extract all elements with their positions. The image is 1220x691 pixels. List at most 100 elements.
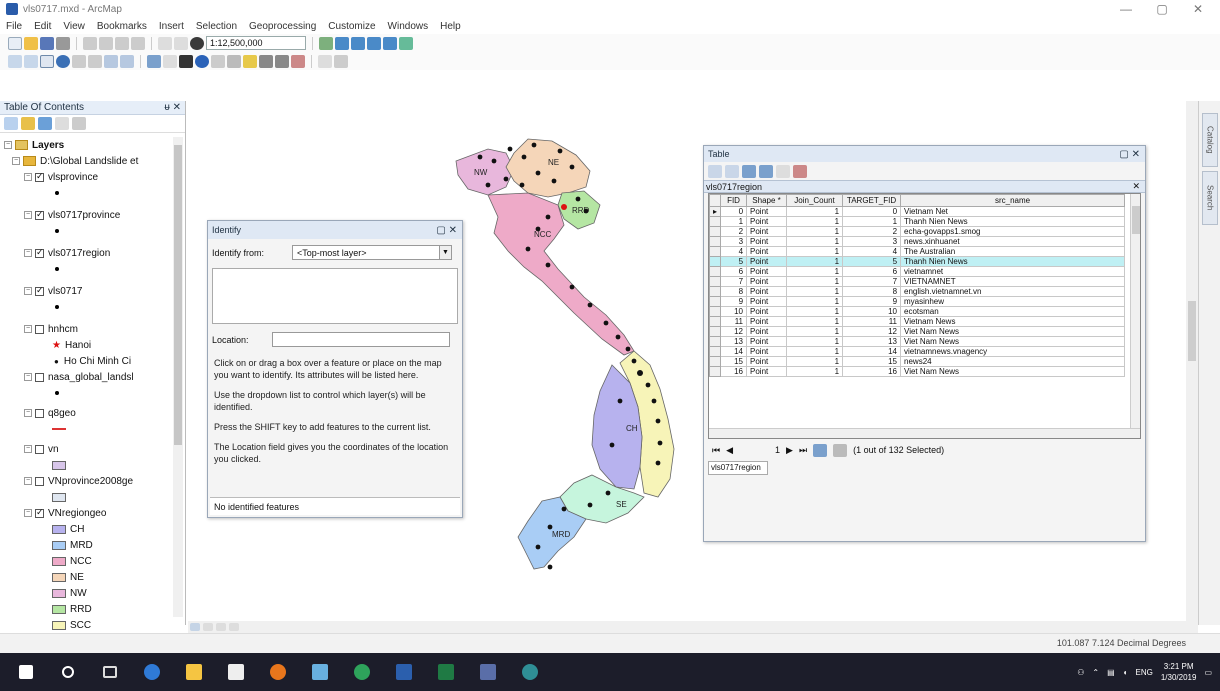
list-by-drawing-order-icon[interactable] (4, 117, 18, 130)
dropdown-arrow-icon[interactable]: ▼ (439, 246, 451, 259)
table-cell[interactable]: vietnamnet (900, 266, 1126, 277)
table-of-contents-icon[interactable] (335, 36, 349, 50)
expand-icon[interactable]: − (24, 509, 32, 517)
map-point[interactable] (651, 398, 657, 404)
layer-vlsprovince[interactable]: − vlsprovince (0, 169, 185, 185)
table-cell[interactable]: Point (746, 296, 788, 307)
scroll-thumb[interactable] (174, 145, 182, 445)
identify-icon[interactable] (195, 54, 209, 68)
row-selector[interactable] (709, 366, 722, 377)
people-icon[interactable]: ⚇ (1077, 668, 1084, 677)
table-cell[interactable]: 1 (786, 206, 844, 217)
toc-options-icon[interactable] (72, 117, 86, 130)
map-point[interactable] (617, 398, 623, 404)
table-cell[interactable]: 0 (842, 206, 902, 217)
layer-checkbox[interactable] (35, 171, 44, 182)
identify-title-bar[interactable]: Identify ▢ ✕ (208, 221, 462, 239)
table-cell[interactable]: 1 (786, 286, 844, 297)
menu-file[interactable]: File (6, 21, 22, 32)
layer-checkbox[interactable] (35, 285, 44, 296)
location-field[interactable] (272, 332, 450, 347)
language-indicator[interactable]: ENG (1136, 668, 1153, 677)
table-row[interactable]: 9 Point 1 9 myasinhew (709, 296, 1126, 307)
table-row[interactable]: 5 Point 1 5 Thanh Nien News (709, 256, 1126, 267)
find-icon[interactable] (243, 54, 257, 68)
close-button[interactable]: ✕ (1180, 0, 1216, 18)
table-cell[interactable]: Thanh Nien News (900, 256, 1126, 267)
map-point[interactable] (545, 262, 551, 268)
firefox-button[interactable] (262, 656, 294, 688)
store-button[interactable] (220, 656, 252, 688)
map-point[interactable] (507, 146, 513, 152)
map-point[interactable] (547, 524, 553, 530)
select-features-icon[interactable] (147, 54, 161, 68)
table-row[interactable]: 4 Point 1 4 The Australian (709, 246, 1126, 257)
arctoolbox-icon[interactable] (383, 36, 397, 50)
map-point[interactable] (605, 490, 611, 496)
cut-icon[interactable] (83, 36, 97, 50)
map-point[interactable] (503, 176, 509, 182)
table-cell[interactable]: Point (746, 246, 788, 257)
table-cell[interactable]: 8 (720, 286, 748, 297)
add-data-icon[interactable] (190, 36, 204, 50)
full-extent-icon[interactable] (56, 54, 70, 68)
menu-geoprocessing[interactable]: Geoprocessing (249, 21, 316, 32)
table-cell[interactable]: 10 (842, 306, 902, 317)
search-window-icon[interactable] (367, 36, 381, 50)
row-selector[interactable] (709, 296, 722, 307)
map-point[interactable] (561, 506, 567, 512)
map-point[interactable] (569, 284, 575, 290)
swipe-icon[interactable] (334, 54, 348, 68)
clock[interactable]: 3:21 PM 1/30/2019 (1161, 661, 1197, 683)
map-point[interactable] (587, 302, 593, 308)
table-cell[interactable]: 16 (720, 366, 748, 377)
map-point[interactable] (631, 358, 637, 364)
show-all-records-icon[interactable] (813, 443, 828, 457)
table-cell[interactable]: 11 (720, 316, 748, 327)
table-cell[interactable]: Viet Nam News (900, 366, 1126, 377)
layer-hnhcm[interactable]: − hnhcm (0, 321, 185, 337)
identify-results-list[interactable] (212, 268, 458, 324)
table-cell[interactable]: 1 (786, 236, 844, 247)
chrome-button[interactable] (346, 656, 378, 688)
menu-customize[interactable]: Customize (328, 21, 375, 32)
map-point[interactable] (655, 418, 661, 424)
map-point[interactable] (615, 334, 621, 340)
expand-icon[interactable]: − (24, 409, 32, 417)
first-record-button[interactable]: ⏮ (712, 445, 720, 456)
table-cell[interactable]: 1 (786, 216, 844, 227)
grid-vertical-scrollbar[interactable] (1130, 194, 1140, 428)
map-point[interactable] (485, 182, 491, 188)
table-cell[interactable]: news.xinhuanet (900, 236, 1126, 247)
row-selector[interactable] (709, 286, 722, 297)
row-selector[interactable] (709, 216, 722, 227)
table-cell[interactable]: Point (746, 336, 788, 347)
catalog-tab[interactable]: Catalog (1202, 113, 1218, 167)
expand-icon[interactable]: − (24, 445, 32, 453)
table-cell[interactable]: 3 (842, 236, 902, 247)
map-point[interactable] (603, 320, 609, 326)
expand-icon[interactable]: − (24, 373, 32, 381)
minimize-button[interactable]: — (1108, 0, 1144, 18)
table-cell[interactable]: Point (746, 326, 788, 337)
volume-icon[interactable]: ◖ (1123, 668, 1128, 677)
table-cell[interactable]: 1 (786, 256, 844, 267)
layer-checkbox[interactable] (35, 476, 44, 486)
table-cell[interactable]: english.vietnamnet.vn (900, 286, 1126, 297)
menu-windows[interactable]: Windows (388, 21, 429, 32)
maximize-button[interactable]: ▢ (1144, 0, 1180, 18)
notifications-icon[interactable]: ▭ (1204, 668, 1212, 677)
table-cell[interactable]: 1 (786, 326, 844, 337)
table-cell[interactable]: Point (746, 356, 788, 367)
identify-from-dropdown[interactable]: <Top-most layer> ▼ (292, 245, 452, 260)
table-cell[interactable]: Thanh Nien News (900, 216, 1126, 227)
layer-checkbox[interactable] (35, 408, 44, 418)
table-row[interactable]: 11 Point 1 11 Vietnam News (709, 316, 1126, 327)
map-point[interactable] (477, 154, 483, 160)
table-cell[interactable]: 9 (842, 296, 902, 307)
map-point[interactable] (525, 246, 531, 252)
network-icon[interactable]: ▤ (1107, 668, 1115, 677)
save-icon[interactable] (40, 36, 54, 50)
col-header-fid[interactable]: FID (720, 194, 748, 207)
menu-help[interactable]: Help (440, 21, 461, 32)
